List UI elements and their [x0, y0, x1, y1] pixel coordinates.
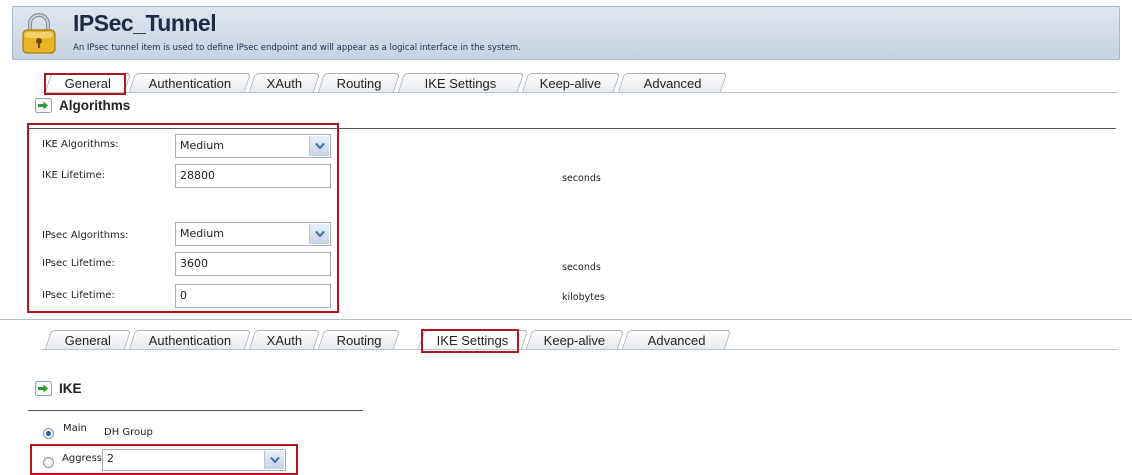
- chevron-down-icon: [270, 456, 280, 464]
- mode-main-radio[interactable]: [43, 428, 54, 439]
- general-tab-highlight: [44, 73, 126, 95]
- chevron-down-icon: [315, 142, 325, 150]
- algorithms-section-header: Algorithms: [35, 98, 130, 113]
- tab-authentication[interactable]: Authentication: [128, 73, 252, 92]
- ike-settings-tab-highlight: [421, 329, 519, 353]
- tab-routing[interactable]: Routing: [317, 73, 401, 92]
- tab-advanced[interactable]: Advanced: [621, 330, 732, 349]
- mode-aggressive-radio[interactable]: [43, 457, 54, 468]
- dh-group-label: DH Group: [104, 427, 153, 438]
- tab-bar-top: General Authentication XAuth Routing IKE…: [12, 71, 1118, 93]
- ipsec-algorithms-label: IPsec Algorithms:: [42, 230, 129, 241]
- page-header: IPSec_Tunnel An IPsec tunnel item is use…: [12, 6, 1120, 60]
- tab-general[interactable]: General: [44, 330, 132, 349]
- ipsec-lifetime-kb-unit: kilobytes: [562, 292, 605, 303]
- page-subtitle: An IPsec tunnel item is used to define I…: [73, 43, 521, 53]
- tab-authentication[interactable]: Authentication: [128, 330, 252, 349]
- tab-xauth[interactable]: XAuth: [248, 73, 321, 92]
- dh-group-select[interactable]: 2: [102, 449, 286, 471]
- section-title-algorithms: Algorithms: [59, 98, 131, 113]
- ike-section-header: IKE: [35, 381, 82, 396]
- section-arrow-icon: [35, 98, 52, 113]
- ipsec-lifetime-kb-input[interactable]: 0: [175, 284, 331, 308]
- ike-lifetime-unit: seconds: [562, 173, 601, 184]
- page-title: IPSec_Tunnel: [73, 10, 217, 36]
- tab-keep-alive[interactable]: Keep-alive: [521, 73, 621, 92]
- ike-lifetime-input[interactable]: 28800: [175, 164, 331, 188]
- ike-algorithms-select[interactable]: Medium: [175, 134, 331, 158]
- tab-xauth[interactable]: XAuth: [248, 330, 321, 349]
- panel-divider: [0, 319, 1132, 320]
- tab-bar-bottom: General Authentication XAuth Routing IKE…: [12, 328, 1118, 350]
- tab-routing[interactable]: Routing: [317, 330, 401, 349]
- chevron-down-icon: [315, 230, 325, 238]
- ipsec-lifetime-seconds-label: IPsec Lifetime:: [42, 258, 115, 269]
- ipsec-lifetime-seconds-input[interactable]: 3600: [175, 252, 331, 276]
- section-rule: [28, 410, 363, 411]
- section-arrow-icon: [35, 381, 52, 396]
- lock-icon: [22, 13, 56, 54]
- ipsec-algorithms-select[interactable]: Medium: [175, 222, 331, 246]
- tab-keep-alive[interactable]: Keep-alive: [525, 330, 625, 349]
- tab-ike-settings[interactable]: IKE Settings: [397, 73, 525, 92]
- ipsec-lifetime-seconds-unit: seconds: [562, 262, 601, 273]
- ike-lifetime-label: IKE Lifetime:: [42, 170, 105, 181]
- section-title-ike: IKE: [59, 381, 82, 396]
- ipsec-lifetime-kb-label: IPsec Lifetime:: [42, 290, 115, 301]
- ike-algorithms-label: IKE Algorithms:: [42, 139, 119, 150]
- mode-main-label: Main: [63, 423, 87, 434]
- tab-advanced[interactable]: Advanced: [617, 73, 728, 92]
